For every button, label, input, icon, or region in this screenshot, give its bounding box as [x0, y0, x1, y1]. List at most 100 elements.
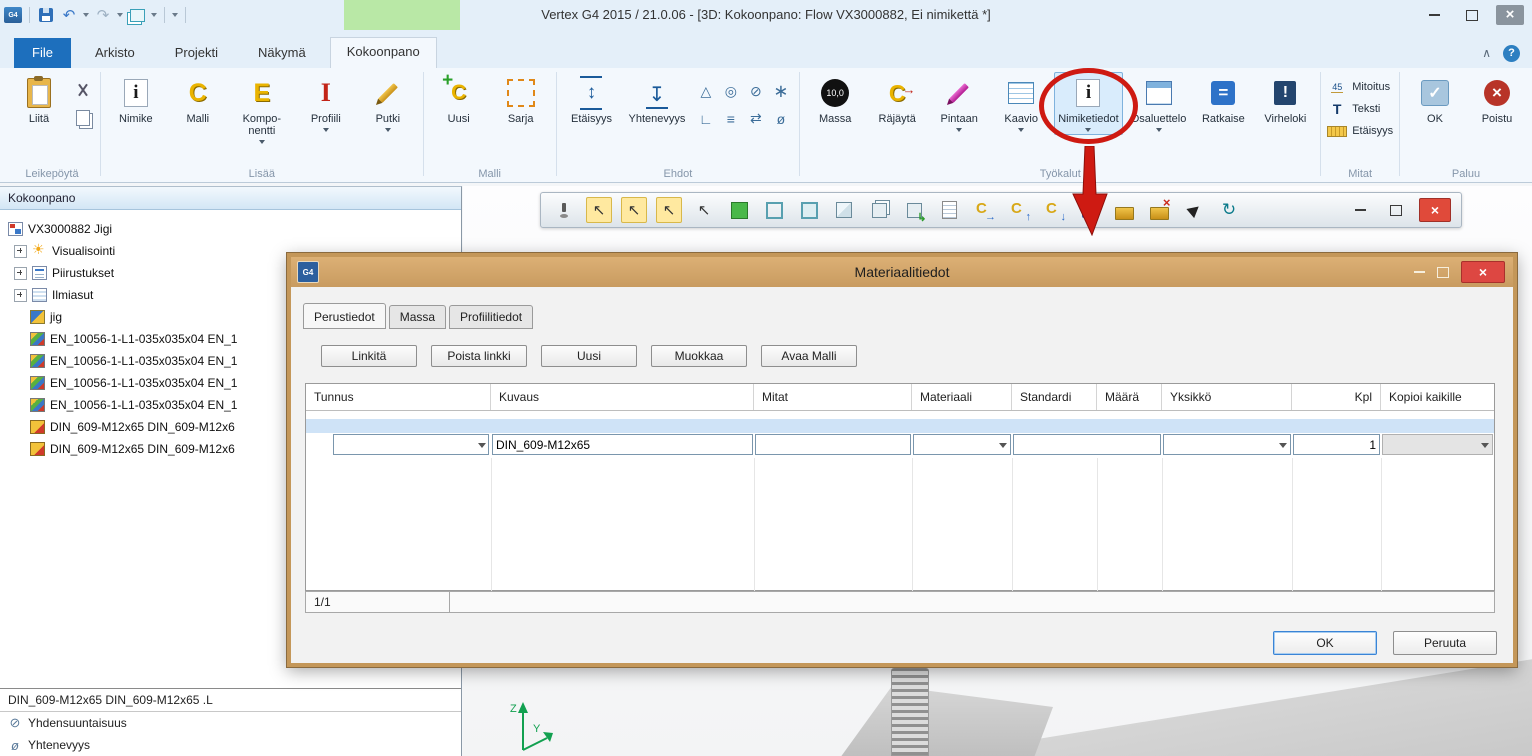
save-button[interactable]	[37, 6, 55, 24]
komponentti-button[interactable]: Kompo-nentti	[231, 72, 293, 147]
dialog-title-bar[interactable]: G4 Materiaalitiedot	[291, 257, 1513, 287]
virheloki-button[interactable]: Virheloki	[1256, 72, 1314, 128]
constraint-item-parallel[interactable]: Yhdensuuntaisuus	[0, 712, 461, 734]
half-shade-view-button[interactable]	[831, 197, 857, 223]
putki-button[interactable]: Putki	[359, 72, 417, 135]
poistu-button[interactable]: Poistu	[1468, 72, 1526, 128]
etaisyys-measure-button[interactable]: Etäisyys	[1327, 122, 1393, 140]
redo-button[interactable]	[94, 6, 112, 24]
teksti-button[interactable]: Teksti	[1327, 100, 1393, 118]
import-part-button[interactable]	[1041, 197, 1067, 223]
snap-face-button[interactable]	[656, 197, 682, 223]
tab-nakyma[interactable]: Näkymä	[242, 38, 322, 68]
perpendicular-constraint-icon[interactable]	[693, 105, 718, 132]
symmetry-constraint-icon[interactable]	[768, 78, 793, 105]
export-part-button[interactable]	[971, 197, 997, 223]
ratkaise-button[interactable]: Ratkaise	[1194, 72, 1252, 128]
tunnus-combobox[interactable]	[333, 434, 489, 455]
customize-toolbar-dropdown-icon[interactable]	[172, 13, 178, 17]
tab-kokoonpano[interactable]: Kokoonpano	[330, 37, 437, 68]
yhtenevyys-button[interactable]: Yhtenevyys	[624, 72, 689, 128]
open-model-button[interactable]: Avaa Malli	[761, 345, 857, 367]
cut-button[interactable]	[72, 80, 94, 100]
doc-close-button[interactable]	[1419, 198, 1451, 222]
dialog-cancel-button[interactable]: Peruuta	[1393, 631, 1497, 655]
standardi-input[interactable]	[1013, 434, 1161, 455]
tab-projekti[interactable]: Projekti	[159, 38, 234, 68]
uusi-button[interactable]: Uusi	[430, 72, 488, 128]
kuvaus-input[interactable]	[492, 434, 753, 455]
dialog-maximize-icon[interactable]	[1437, 267, 1449, 278]
kpl-input[interactable]	[1293, 434, 1380, 455]
window-switch-dropdown-icon[interactable]	[151, 13, 157, 17]
minimize-button[interactable]	[1420, 5, 1448, 25]
wireframe-view-button[interactable]	[761, 197, 787, 223]
mitat-input[interactable]	[755, 434, 911, 455]
tab-profiilitiedot[interactable]: Profiilitiedot	[449, 305, 533, 329]
window-switch-button[interactable]	[128, 6, 146, 24]
snap-element-button[interactable]	[691, 197, 717, 223]
tree-item-root[interactable]: VX3000882 Jigi	[6, 218, 461, 240]
edit-button[interactable]: Muokkaa	[651, 345, 747, 367]
close-button[interactable]	[1496, 5, 1524, 25]
help-icon[interactable]	[1503, 45, 1520, 62]
pin-button[interactable]	[551, 197, 577, 223]
nimike-button[interactable]: Nimike	[107, 72, 165, 128]
yksikko-combobox[interactable]	[1163, 434, 1291, 455]
link-button[interactable]: Linkitä	[321, 345, 417, 367]
dialog-minimize-icon[interactable]	[1414, 271, 1425, 273]
sarja-button[interactable]: Sarja	[492, 72, 550, 128]
pintaan-button[interactable]: Pintaan	[930, 72, 988, 135]
diameter-constraint-icon[interactable]	[768, 105, 793, 132]
tangent-constraint-icon[interactable]	[743, 78, 768, 105]
save-model-button[interactable]	[1076, 197, 1102, 223]
angle-constraint-icon[interactable]	[693, 78, 718, 105]
etaisyys-button[interactable]: Etäisyys	[562, 72, 620, 128]
iso-view-button[interactable]	[866, 197, 892, 223]
tab-file[interactable]: File	[14, 38, 71, 68]
undo-dropdown-icon[interactable]	[83, 13, 89, 17]
ribbon-collapse-icon[interactable]	[1482, 44, 1491, 62]
rotate-view-button[interactable]	[1216, 197, 1242, 223]
nimiketiedot-button[interactable]: Nimiketiedot	[1054, 72, 1123, 135]
mitoitus-button[interactable]: 45 Mitoitus	[1327, 78, 1393, 96]
concentric-constraint-icon[interactable]	[718, 78, 743, 105]
redo-dropdown-icon[interactable]	[117, 13, 123, 17]
rajayta-button[interactable]: Räjäytä	[868, 72, 926, 128]
undo-button[interactable]	[60, 6, 78, 24]
snap-point-button[interactable]	[586, 197, 612, 223]
parts-list-view-button[interactable]	[936, 197, 962, 223]
orient-view-button[interactable]	[901, 197, 927, 223]
profiili-button[interactable]: Profiili	[297, 72, 355, 135]
snap-edge-button[interactable]	[621, 197, 647, 223]
osaluettelo-button[interactable]: Osaluettelo	[1127, 72, 1191, 135]
dialog-close-button[interactable]	[1461, 261, 1505, 283]
tab-arkisto[interactable]: Arkisto	[79, 38, 151, 68]
ok-button[interactable]: OK	[1406, 72, 1464, 128]
tab-massa[interactable]: Massa	[389, 305, 446, 329]
swap-constraint-icon[interactable]	[743, 105, 768, 132]
expand-icon[interactable]	[14, 289, 27, 302]
malli-button[interactable]: Malli	[169, 72, 227, 128]
paste-button[interactable]: Liitä	[10, 72, 68, 128]
parallel-constraint-icon[interactable]	[718, 105, 743, 132]
export-assembly-button[interactable]	[1006, 197, 1032, 223]
materiaali-combobox[interactable]	[913, 434, 1011, 455]
constraint-item-coincidence[interactable]: Yhtenevyys	[0, 734, 461, 756]
hidden-line-view-button[interactable]	[796, 197, 822, 223]
delete-archive-button[interactable]	[1146, 197, 1172, 223]
dialog-ok-button[interactable]: OK	[1273, 631, 1377, 655]
new-button[interactable]: Uusi	[541, 345, 637, 367]
remove-link-button[interactable]: Poista linkki	[431, 345, 527, 367]
maximize-button[interactable]	[1458, 5, 1486, 25]
doc-minimize-button[interactable]	[1347, 197, 1373, 223]
tab-perustiedot[interactable]: Perustiedot	[303, 303, 386, 329]
archive-button[interactable]	[1111, 197, 1137, 223]
shaded-view-button[interactable]	[726, 197, 752, 223]
kaavio-button[interactable]: Kaavio	[992, 72, 1050, 135]
selected-row-highlight[interactable]	[306, 419, 1494, 433]
expand-icon[interactable]	[14, 267, 27, 280]
copy-button[interactable]	[72, 108, 94, 128]
expand-icon[interactable]	[14, 245, 27, 258]
select-tool-button[interactable]	[1181, 197, 1207, 223]
